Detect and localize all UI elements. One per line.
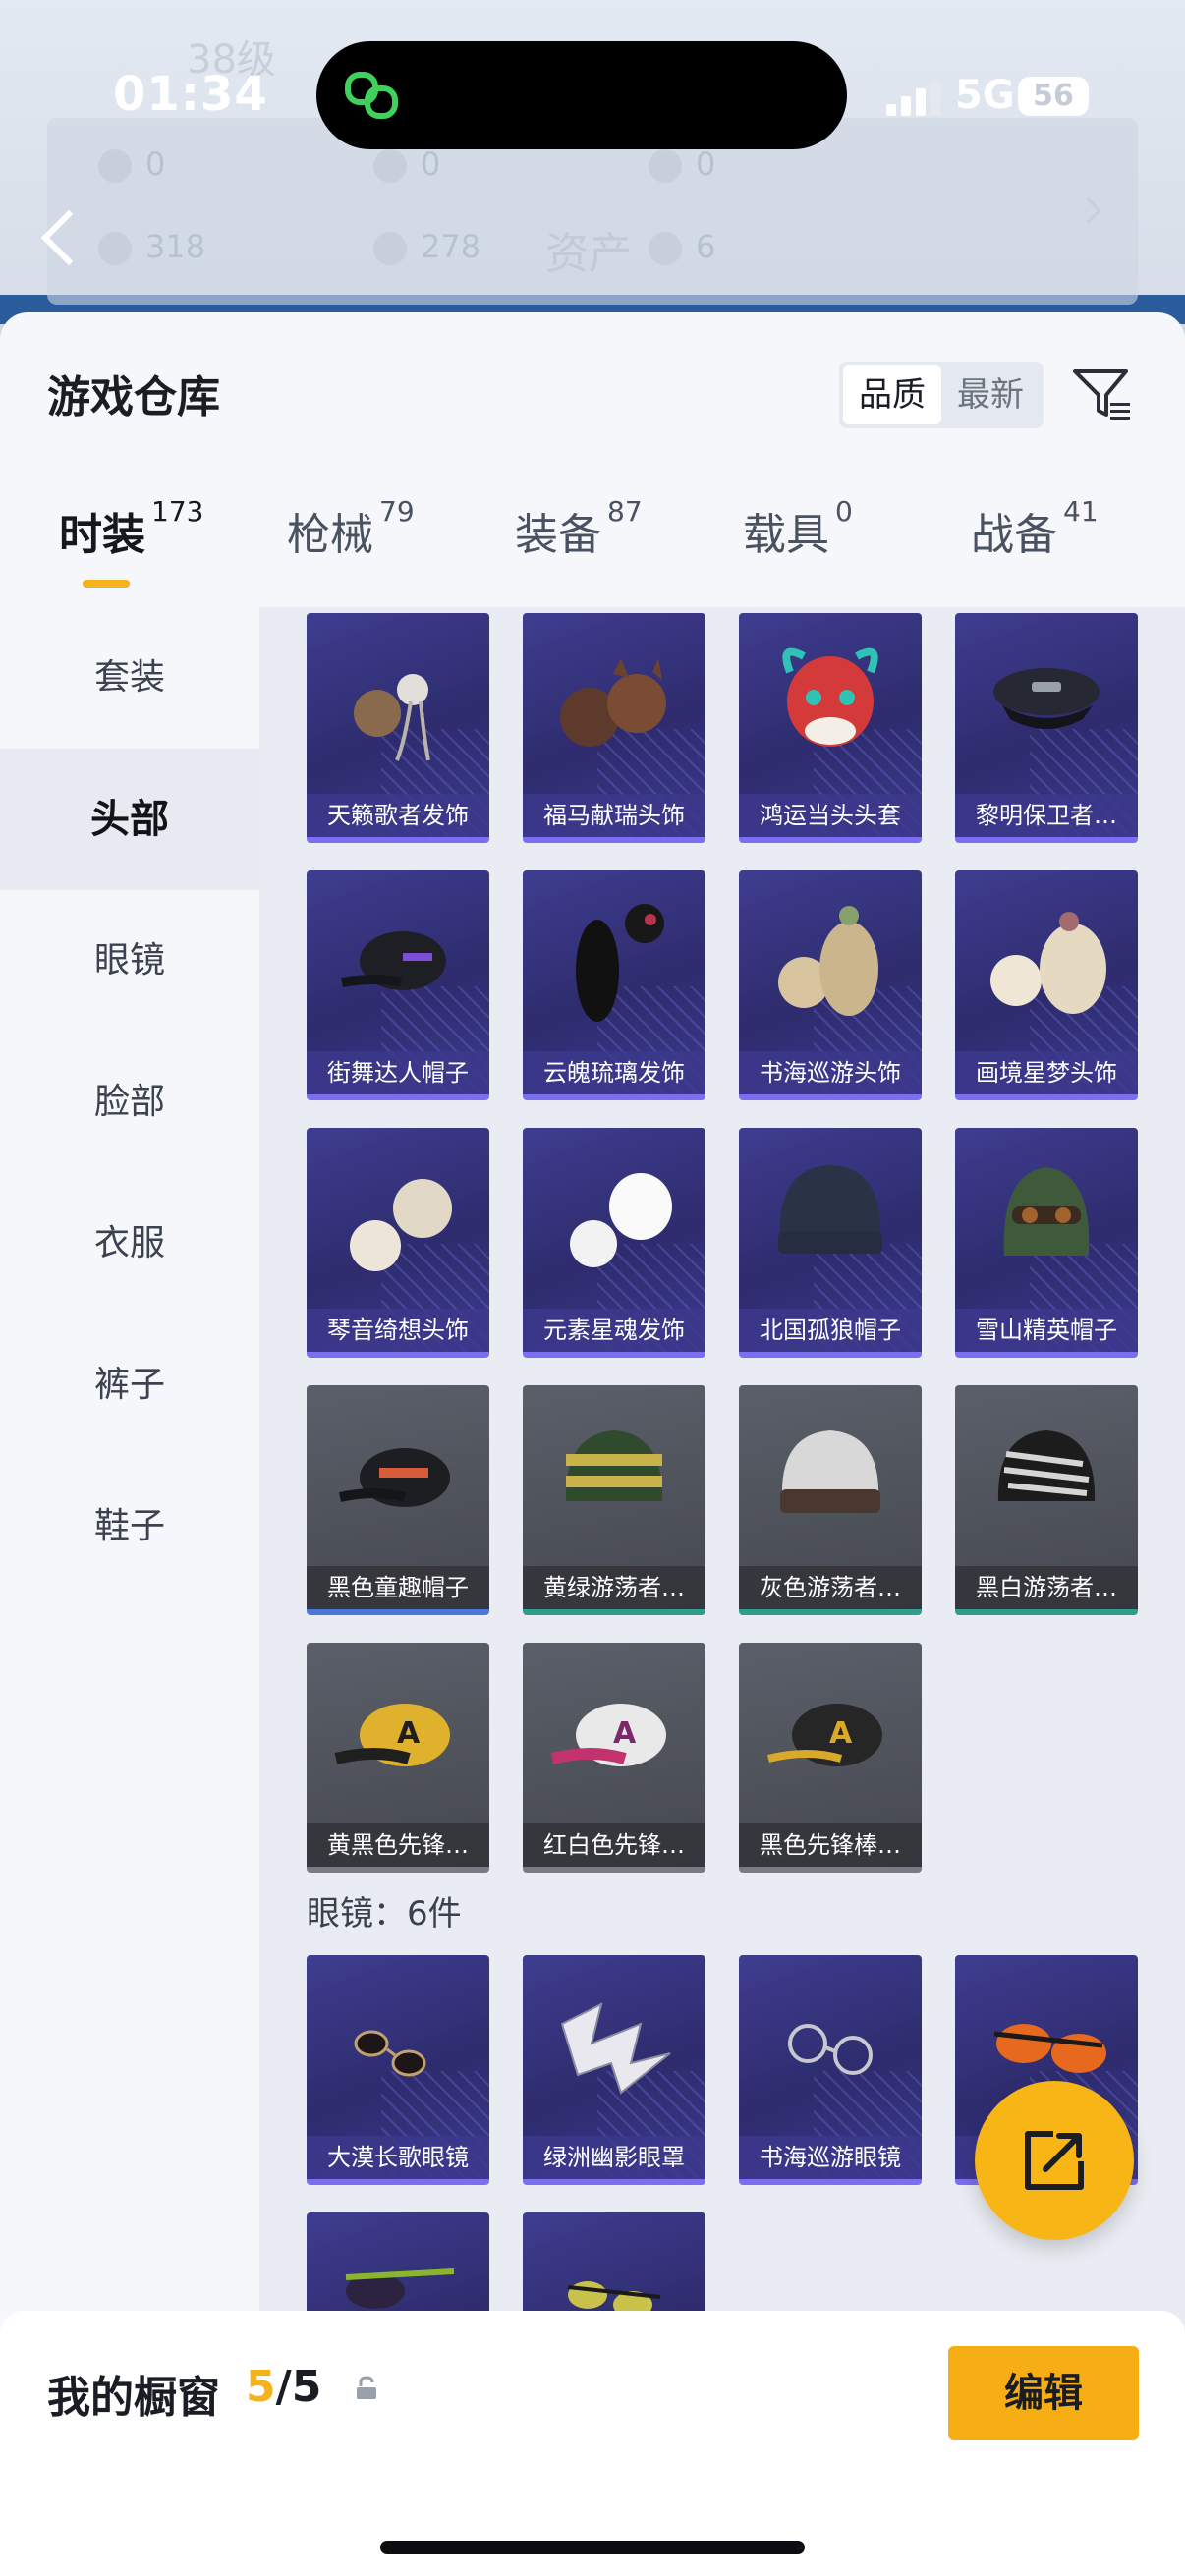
share-icon (1025, 2131, 1084, 2190)
category-tabs: 时装 173 枪械 79 装备 87 载具 0 战备 41 (0, 495, 1185, 607)
sidebar-item-head[interactable]: 头部 (0, 749, 259, 890)
sheet-title: 游戏仓库 (47, 372, 220, 422)
item-card[interactable]: 元素星魂发饰 (523, 1128, 705, 1358)
stat-item: 0 (373, 145, 440, 183)
item-card[interactable]: 大漠长歌眼镜 (307, 1955, 489, 2185)
item-card[interactable]: A 黄黑色先锋… (307, 1643, 489, 1873)
sidebar-item-outfit[interactable]: 套装 (0, 607, 259, 749)
home-indicator (380, 2541, 805, 2554)
item-card[interactable]: 福马献瑞头饰 (523, 613, 705, 843)
sort-quality-button[interactable]: 品质 (843, 365, 941, 424)
dynamic-island (316, 41, 847, 149)
item-card[interactable]: 天籁歌者发饰 (307, 613, 489, 843)
sidebar-item-face[interactable]: 脸部 (0, 1032, 259, 1173)
page-title: 资产 (545, 229, 632, 279)
item-card[interactable]: 黎明保卫者… (955, 613, 1138, 843)
item-card[interactable]: 绿洲幽影眼罩 (523, 1955, 705, 2185)
tab-fashion[interactable]: 时装 173 (59, 495, 203, 562)
item-card[interactable]: 街舞达人帽子 (307, 870, 489, 1100)
edit-button[interactable]: 编辑 (948, 2346, 1139, 2440)
item-card[interactable]: 书海巡游头饰 (739, 870, 922, 1100)
item-card[interactable]: 黑白游荡者… (955, 1385, 1138, 1615)
tab-vehicles[interactable]: 载具 0 (743, 495, 853, 562)
tab-equipment[interactable]: 装备 87 (515, 495, 643, 562)
share-button[interactable] (975, 2081, 1134, 2240)
item-card[interactable]: 黑色童趣帽子 (307, 1385, 489, 1615)
item-grid: 天籁歌者发饰 福马献瑞头饰 鸿运当头头套 黎明保卫者… 街舞达人帽子 云魄琉璃发… (259, 607, 1185, 2576)
sidebar-item-pants[interactable]: 裤子 (0, 1315, 259, 1456)
showcase-bar: 我的橱窗 5/5 编辑 (0, 2311, 1185, 2576)
status-time: 01:34 (113, 67, 268, 122)
item-card[interactable]: A 黑色先锋棒… (739, 1643, 922, 1873)
sidebar: 套装 头部 眼镜 脸部 衣服 裤子 鞋子 (0, 607, 259, 2576)
filter-icon[interactable] (1071, 362, 1134, 424)
signal-icon (886, 79, 945, 116)
active-tab-indicator (83, 580, 130, 588)
item-card[interactable]: 黄绿游荡者… (523, 1385, 705, 1615)
item-card[interactable]: 鸿运当头头套 (739, 613, 922, 843)
sort-toggle: 品质 最新 (839, 362, 1044, 428)
stat-item: 0 (98, 145, 165, 183)
stat-item: 278 (373, 228, 480, 265)
showcase-label: 我的橱窗 (47, 2373, 220, 2423)
stat-item: 6 (649, 228, 715, 265)
item-card[interactable]: 云魄琉璃发饰 (523, 870, 705, 1100)
lock-icon (357, 2376, 376, 2399)
item-card[interactable]: 画境星梦头饰 (955, 870, 1138, 1100)
stat-item: 0 (649, 145, 715, 183)
tab-combat-gear[interactable]: 战备 41 (971, 495, 1099, 562)
sidebar-item-shoes[interactable]: 鞋子 (0, 1456, 259, 1597)
svg-text:A: A (829, 1716, 853, 1751)
tab-weapons[interactable]: 枪械 79 (287, 495, 415, 562)
svg-text:A: A (397, 1716, 421, 1751)
battery-indicator: 56 (1018, 77, 1089, 116)
section-label-glasses: 眼镜：6件 (307, 1894, 462, 1933)
link-icon (345, 72, 398, 119)
sort-newest-button[interactable]: 最新 (941, 365, 1040, 424)
item-card[interactable]: 书海巡游眼镜 (739, 1955, 922, 2185)
showcase-count: 5/5 (246, 2362, 322, 2412)
network-label: 5G (955, 73, 1015, 118)
item-card[interactable]: 北国孤狼帽子 (739, 1128, 922, 1358)
item-card[interactable]: 雪山精英帽子 (955, 1128, 1138, 1358)
item-card[interactable]: 琴音绮想头饰 (307, 1128, 489, 1358)
sidebar-item-clothes[interactable]: 衣服 (0, 1173, 259, 1315)
stat-item: 318 (98, 228, 205, 265)
item-card[interactable]: 灰色游荡者… (739, 1385, 922, 1615)
sidebar-item-glasses[interactable]: 眼镜 (0, 890, 259, 1032)
item-card[interactable]: A 红白色先锋… (523, 1643, 705, 1873)
warehouse-sheet: 游戏仓库 品质 最新 时装 173 枪械 79 装备 87 载具 0 战备 41 套装 头… (0, 312, 1185, 2576)
svg-text:A: A (613, 1716, 637, 1751)
